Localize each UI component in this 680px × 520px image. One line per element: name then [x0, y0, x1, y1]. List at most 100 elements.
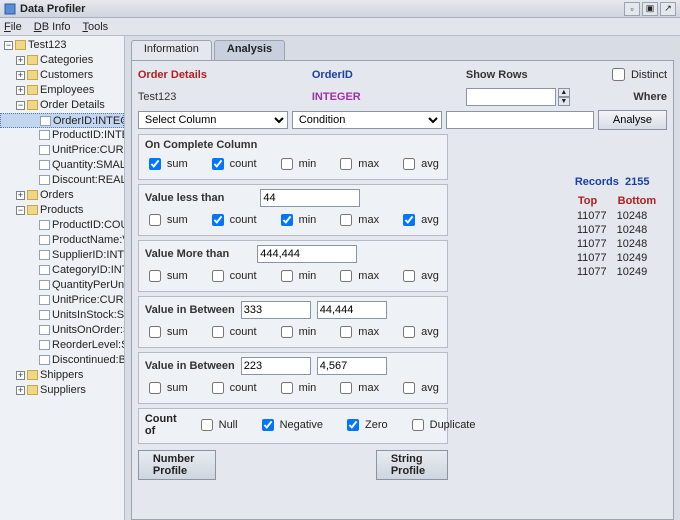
collapse-icon[interactable]: −: [16, 101, 25, 110]
expand-icon[interactable]: +: [16, 371, 25, 380]
chk-avg-mt[interactable]: avg: [399, 267, 439, 285]
between2-a-input[interactable]: [241, 357, 311, 375]
tree-quantity[interactable]: Quantity:SMALLINT: [0, 158, 124, 173]
chk-min-b1[interactable]: min: [277, 323, 317, 341]
showrows-spinner[interactable]: ▲▼: [558, 88, 570, 106]
lessthan-input[interactable]: [260, 189, 360, 207]
expand-icon[interactable]: +: [16, 56, 25, 65]
chk-sum-lt[interactable]: sum: [145, 211, 188, 229]
chk-sum-b2[interactable]: sum: [145, 379, 188, 397]
tree-p-productname[interactable]: ProductName:VARC: [0, 233, 124, 248]
folder-icon: [15, 40, 26, 50]
tree-p-productid[interactable]: ProductID:COUNTE: [0, 218, 124, 233]
between1-b-input[interactable]: [317, 301, 387, 319]
menu-tools[interactable]: Tools: [82, 21, 108, 33]
menu-dbinfo[interactable]: DB Info: [34, 21, 71, 33]
column-icon: [39, 340, 50, 350]
chk-count-b2[interactable]: count: [208, 379, 257, 397]
chk-count-b1[interactable]: count: [208, 323, 257, 341]
between2-b-input[interactable]: [317, 357, 387, 375]
tree-p-discontinued[interactable]: Discontinued:BIT: [0, 353, 124, 368]
folder-icon: [27, 85, 38, 95]
tree-p-unitsonorder[interactable]: UnitsOnOrder:SMAL: [0, 323, 124, 338]
window-max-button[interactable]: ▣: [642, 2, 658, 16]
chk-avg-b1[interactable]: avg: [399, 323, 439, 341]
tree-p-unitsinstock[interactable]: UnitsInStock:SMALL: [0, 308, 124, 323]
chk-zero[interactable]: Zero: [343, 416, 388, 434]
tree-p-categoryid[interactable]: CategoryID:INTEGE: [0, 263, 124, 278]
column-icon: [39, 265, 50, 275]
window-ext-button[interactable]: ↗: [660, 2, 676, 16]
tree-employees[interactable]: +Employees: [0, 83, 124, 98]
tree-p-supplierid[interactable]: SupplierID:INTEGE: [0, 248, 124, 263]
chk-min-lt[interactable]: min: [277, 211, 317, 229]
chk-max[interactable]: max: [336, 155, 379, 173]
chk-count-lt[interactable]: count: [208, 211, 257, 229]
between1-a-input[interactable]: [241, 301, 311, 319]
group-lessthan: Value less than sum count min max avg: [138, 184, 448, 236]
chk-count-mt[interactable]: count: [208, 267, 257, 285]
condition-dropdown[interactable]: Condition: [292, 111, 442, 129]
tree-suppliers[interactable]: +Suppliers: [0, 383, 124, 398]
chk-avg-b2[interactable]: avg: [399, 379, 439, 397]
analyse-button[interactable]: Analyse: [598, 110, 667, 130]
showrows-input[interactable]: [466, 88, 556, 106]
chk-null[interactable]: Null: [197, 416, 238, 434]
chk-min-b2[interactable]: min: [277, 379, 317, 397]
chk-sum[interactable]: sum: [145, 155, 188, 173]
column-icon: [39, 175, 50, 185]
expand-icon[interactable]: +: [16, 86, 25, 95]
folder-icon: [27, 370, 38, 380]
tree-shippers[interactable]: +Shippers: [0, 368, 124, 383]
chk-avg[interactable]: avg: [399, 155, 439, 173]
tree-orders[interactable]: +Orders: [0, 188, 124, 203]
tab-analysis[interactable]: Analysis: [214, 40, 285, 60]
tree-orderid[interactable]: OrderID:INTEGER: [0, 113, 124, 128]
chk-duplicate[interactable]: Duplicate: [408, 416, 476, 434]
where-input[interactable]: [446, 111, 594, 129]
select-column-dropdown[interactable]: Select Column: [138, 111, 288, 129]
tree-p-qtyperunit[interactable]: QuantityPerUnit:VAR: [0, 278, 124, 293]
expand-icon[interactable]: +: [16, 71, 25, 80]
morethan-input[interactable]: [257, 245, 357, 263]
group-between1: Value in Between sum count min max avg: [138, 296, 448, 348]
tree-productid[interactable]: ProductID:INTEGE: [0, 128, 124, 143]
chk-sum-b1[interactable]: sum: [145, 323, 188, 341]
chk-min-mt[interactable]: min: [277, 267, 317, 285]
label-orderid: OrderID: [312, 69, 462, 81]
tree-products[interactable]: −Products: [0, 203, 124, 218]
expand-icon[interactable]: +: [16, 386, 25, 395]
tree-discount[interactable]: Discount:REAL: [0, 173, 124, 188]
app-icon: [4, 3, 16, 15]
records-row: 1107710248: [577, 210, 668, 222]
tree-p-reorderlevel[interactable]: ReorderLevel:SMAL: [0, 338, 124, 353]
expand-icon[interactable]: +: [16, 191, 25, 200]
chk-sum-mt[interactable]: sum: [145, 267, 188, 285]
tree-unitprice[interactable]: UnitPrice:CURREN: [0, 143, 124, 158]
window-min-button[interactable]: ▫: [624, 2, 640, 16]
tree-orderdetails[interactable]: −Order Details: [0, 98, 124, 113]
chk-max-mt[interactable]: max: [336, 267, 379, 285]
collapse-icon[interactable]: −: [4, 41, 13, 50]
label-where: Where: [633, 91, 667, 103]
menu-file[interactable]: File: [4, 21, 22, 33]
spin-down-icon[interactable]: ▼: [558, 97, 570, 106]
collapse-icon[interactable]: −: [16, 206, 25, 215]
chk-count[interactable]: count: [208, 155, 257, 173]
tab-information[interactable]: Information: [131, 40, 212, 60]
chk-negative[interactable]: Negative: [258, 416, 323, 434]
spin-up-icon[interactable]: ▲: [558, 88, 570, 97]
chk-min[interactable]: min: [277, 155, 317, 173]
chk-max-b1[interactable]: max: [336, 323, 379, 341]
chk-max-lt[interactable]: max: [336, 211, 379, 229]
label-between1: Value in Between: [145, 304, 235, 316]
tree-customers[interactable]: +Customers: [0, 68, 124, 83]
tree-p-unitprice[interactable]: UnitPrice:CURREN: [0, 293, 124, 308]
tree-categories[interactable]: +Categories: [0, 53, 124, 68]
tree-root[interactable]: −Test123: [0, 38, 124, 53]
number-profile-button[interactable]: Number Profile: [138, 450, 216, 480]
distinct-checkbox[interactable]: Distinct: [608, 65, 667, 84]
chk-avg-lt[interactable]: avg: [399, 211, 439, 229]
string-profile-button[interactable]: String Profile: [376, 450, 448, 480]
chk-max-b2[interactable]: max: [336, 379, 379, 397]
